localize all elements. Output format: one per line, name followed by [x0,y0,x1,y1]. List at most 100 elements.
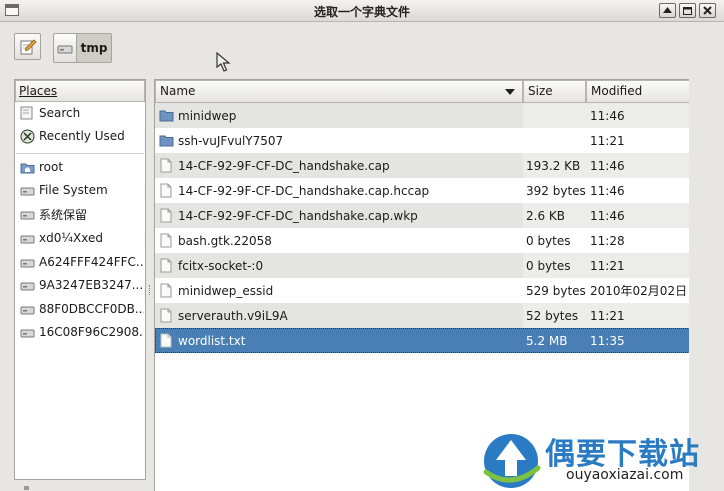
file-name: 14-CF-92-9F-CF-DC_handshake.cap.hccap [178,183,430,198]
drive-icon [19,324,35,340]
sort-descending-icon [505,89,515,95]
drive-icon [19,301,35,317]
maximize-icon [683,6,692,15]
file-size: 52 bytes [526,308,579,323]
place-drive-xd0[interactable]: xd0¼Xxed [16,227,144,249]
place-system-reserved[interactable]: 系统保留 [16,203,144,225]
watermark-url: ouyaoxiazai.com [566,467,684,483]
file-list-header: Name Size Modified [155,80,690,103]
file-name: 14-CF-92-9F-CF-DC_handshake.cap [178,158,390,173]
file-modified: 11:35 [590,333,625,348]
file-size: 529 bytes [526,283,586,298]
file-modified: 11:21 [590,258,625,273]
close-button[interactable] [699,3,716,18]
path-root-button[interactable] [53,33,77,63]
edit-location-button[interactable] [14,33,41,60]
file-row[interactable]: minidwep_essid 529 bytes 2010年02月02日 [155,278,690,303]
file-name: minidwep [178,108,237,123]
roll-up-button[interactable] [659,3,676,18]
file-size: 2.6 KB [526,208,565,223]
place-drive-16c0[interactable]: 16C08F96C2908... [16,321,144,343]
maximize-button[interactable] [679,3,696,18]
place-drive-xd0-label: xd0¼Xxed [39,231,103,245]
file-row[interactable]: serverauth.v9iL9A 52 bytes 11:21 [155,303,690,328]
drive-icon [19,206,35,222]
file-name: 14-CF-92-9F-CF-DC_handshake.cap.wkp [178,208,418,223]
file-modified: 11:28 [590,233,625,248]
recent-icon [19,128,35,144]
file-row[interactable]: minidwep 11:46 [155,103,690,128]
drive-icon [19,230,35,246]
drive-icon [19,254,35,270]
file-icon [158,208,174,224]
window-title: 选取一个字典文件 [313,5,410,19]
places-separator [16,153,144,154]
place-drive-9a32[interactable]: 9A3247EB3247... [16,274,144,296]
file-icon [158,158,174,174]
place-drive-16c0-label: 16C08F96C2908... [39,325,144,339]
column-header-name[interactable]: Name [155,80,523,103]
file-name: fcitx-socket-:0 [178,258,264,273]
file-modified: 11:46 [590,183,625,198]
place-drive-88f0[interactable]: 88F0DBCCF0DB... [16,298,144,320]
path-segment-tmp[interactable]: tmp [77,33,112,63]
file-size: 0 bytes [526,233,571,248]
path-bar: tmp [53,33,112,63]
title-bar[interactable]: 选取一个字典文件 [0,0,724,22]
places-panel: Places Search Recently Used root File Sy… [14,79,146,480]
file-name: bash.gtk.22058 [178,233,272,248]
file-icon [158,258,174,274]
file-icon [158,183,174,199]
pencil-icon [20,38,37,54]
places-header-label: Places [19,84,58,98]
folder-icon [158,133,174,149]
place-root-label: root [39,160,64,174]
place-drive-9a32-label: 9A3247EB3247... [39,278,144,292]
places-header[interactable]: Places [15,80,145,102]
place-file-system[interactable]: File System [16,179,144,201]
drive-icon [19,182,35,198]
file-row[interactable]: bash.gtk.22058 0 bytes 11:28 [155,228,690,253]
drive-icon [57,45,73,54]
file-name: ssh-vuJFvulY7507 [178,133,284,148]
place-drive-88f0-label: 88F0DBCCF0DB... [39,302,144,316]
place-search-label: Search [39,106,81,120]
place-search[interactable]: Search [16,102,144,124]
file-row-selected[interactable]: wordlist.txt 5.2 MB 11:35 [155,328,690,353]
watermark-logo-icon [483,434,541,488]
file-row[interactable]: 14-CF-92-9F-CF-DC_handshake.cap.hccap 39… [155,178,690,203]
arrow-up-icon [663,7,672,13]
place-drive-a624-label: A624FFF424FFC... [39,255,144,269]
file-icon [158,308,174,324]
file-icon [158,283,174,299]
column-header-size[interactable]: Size [523,80,586,103]
place-root[interactable]: root [16,156,144,178]
column-header-modified[interactable]: Modified [586,80,690,103]
file-modified: 2010年02月02日 [590,284,688,298]
pane-splitter[interactable] [148,285,152,295]
search-icon [19,105,35,121]
file-modified: 11:21 [590,133,625,148]
file-row[interactable]: 14-CF-92-9F-CF-DC_handshake.cap 193.2 KB… [155,153,690,178]
file-row[interactable]: 14-CF-92-9F-CF-DC_handshake.cap.wkp 2.6 … [155,203,690,228]
place-recently-used[interactable]: Recently Used [16,125,144,147]
file-modified: 11:46 [590,208,625,223]
file-row[interactable]: fcitx-socket-:0 0 bytes 11:21 [155,253,690,278]
place-recently-used-label: Recently Used [39,129,125,143]
file-modified: 11:21 [590,308,625,323]
column-header-modified-label: Modified [591,84,643,98]
place-drive-a624[interactable]: A624FFF424FFC... [16,251,144,273]
close-icon [703,6,712,15]
file-name: serverauth.v9iL9A [178,308,288,323]
place-file-system-label: File System [39,183,108,197]
file-icon [158,233,174,249]
file-name: minidwep_essid [178,283,274,298]
folder-icon [158,108,174,124]
file-size: 193.2 KB [526,158,581,173]
watermark: 偶要下载站 ouyaoxiazai.com [480,423,724,491]
panel-resize-grip[interactable] [24,486,29,490]
column-header-size-label: Size [528,84,553,98]
file-row[interactable]: ssh-vuJFvulY7507 11:21 [155,128,690,153]
place-system-reserved-label: 系统保留 [39,207,88,222]
column-header-name-label: Name [160,84,196,98]
